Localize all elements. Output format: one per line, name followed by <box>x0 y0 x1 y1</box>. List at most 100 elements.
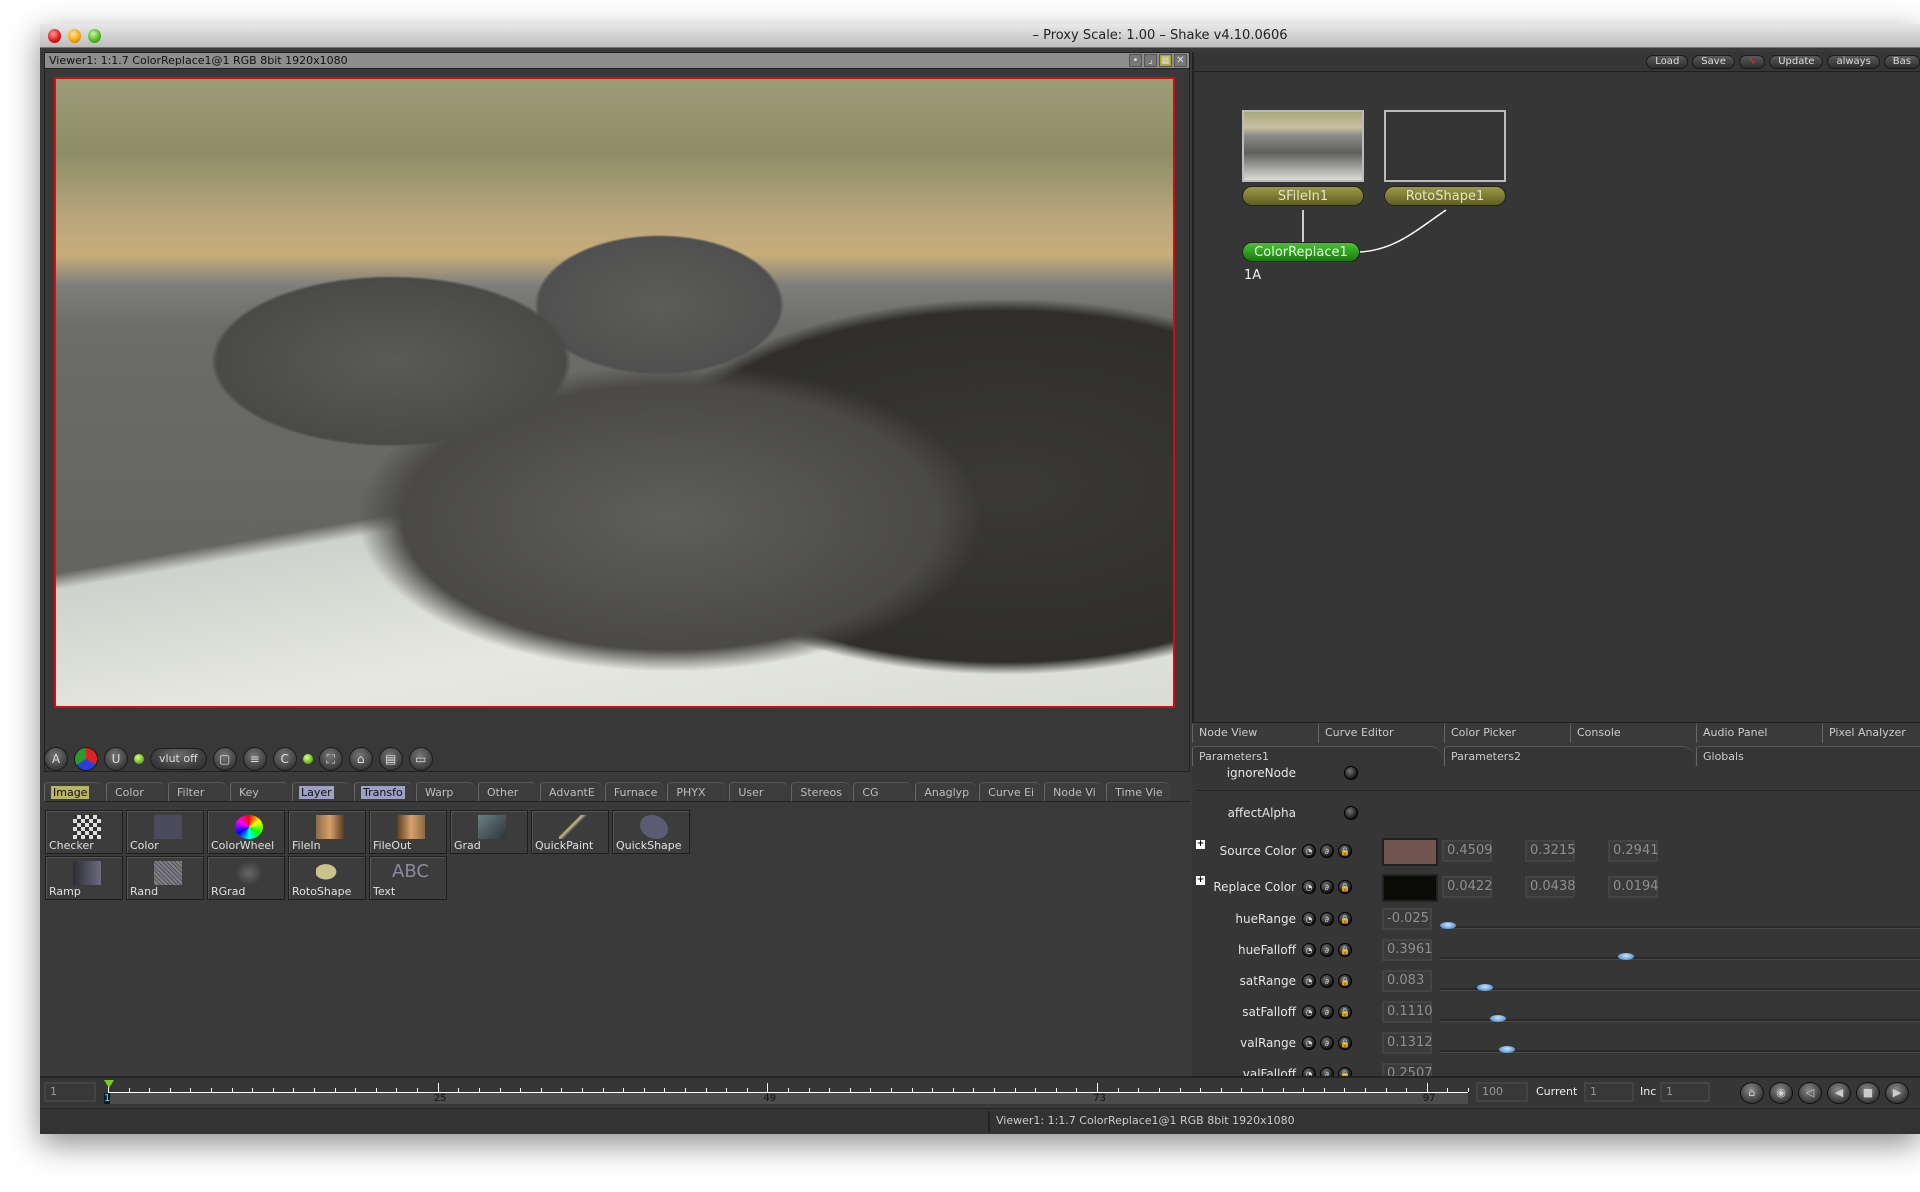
play-forward-icon[interactable]: ▶ <box>1885 1082 1909 1104</box>
slider-track[interactable] <box>1440 1019 1920 1021</box>
flipbook-icon[interactable]: ▤ <box>378 747 403 771</box>
clock-icon[interactable]: ◔ <box>1302 880 1316 894</box>
start-frame-field[interactable]: 1 <box>44 1082 96 1102</box>
panel-tab-pixel-analyzer[interactable]: Pixel Analyzer <box>1822 723 1920 743</box>
param-tab-parameters2[interactable]: Parameters2 <box>1444 746 1694 766</box>
viewer-dot-icon[interactable]: • <box>1129 54 1142 67</box>
lock-icon[interactable]: 🔒 <box>1338 880 1352 894</box>
viewer-layout-icon[interactable]: ▦ <box>1159 54 1172 67</box>
panel-tab-curve-editor[interactable]: Curve Editor <box>1318 723 1442 743</box>
link-icon[interactable]: ∂ <box>1320 1005 1334 1019</box>
slider-knob[interactable] <box>1489 1015 1506 1022</box>
lock-icon[interactable]: 🔒 <box>1338 1036 1352 1050</box>
tool-tab-user[interactable]: User <box>729 782 790 801</box>
tool-rotoshape[interactable]: RotoShape <box>288 856 366 900</box>
vlut-button[interactable]: vlut off <box>150 748 207 770</box>
tool-text[interactable]: ABC Text <box>369 856 447 900</box>
tool-tab-transfo[interactable]: Transfo <box>354 782 414 801</box>
source-color-b[interactable]: 0.2941 <box>1608 840 1659 862</box>
roi-indicator-icon[interactable] <box>302 754 313 764</box>
param-tab-globals[interactable]: Globals <box>1696 746 1920 766</box>
stop-icon[interactable]: ■ <box>1856 1082 1880 1104</box>
param-value-field[interactable]: 0.1110 <box>1382 1001 1433 1023</box>
tool-colorwheel[interactable]: ColorWheel <box>207 810 285 854</box>
clock-icon[interactable]: ◔ <box>1302 943 1316 957</box>
link-icon[interactable]: ∂ <box>1320 844 1334 858</box>
slider-knob[interactable] <box>1499 1046 1516 1053</box>
tool-tab-furnace[interactable]: Furnace <box>604 782 666 801</box>
rgb-channel-button[interactable] <box>74 747 98 771</box>
zoom-window-button[interactable] <box>88 29 101 43</box>
tool-tab-filter[interactable]: Filter <box>168 782 228 801</box>
slider-knob[interactable] <box>1440 922 1456 929</box>
link-icon[interactable]: ∂ <box>1320 943 1334 957</box>
param-value-field[interactable]: 0.083 <box>1382 970 1432 992</box>
tool-fileout[interactable]: FileOut <box>369 810 447 854</box>
levels-icon[interactable]: ≡ <box>242 747 267 771</box>
playhead-marker[interactable] <box>104 1080 114 1088</box>
param-value-field[interactable]: 0.1312 <box>1382 1032 1433 1054</box>
home-frame-icon[interactable]: ⌂ <box>1740 1082 1764 1104</box>
refresh-icon[interactable]: C <box>272 747 297 771</box>
tool-quickpaint[interactable]: QuickPaint <box>531 810 609 854</box>
viewer-image[interactable] <box>54 77 1175 708</box>
clock-icon[interactable]: ◔ <box>1302 844 1316 858</box>
current-frame-field[interactable]: 1 <box>1584 1082 1634 1102</box>
panel-tab-node-view[interactable]: Node View <box>1192 723 1316 743</box>
update-button[interactable]: U <box>104 747 128 771</box>
lock-icon[interactable]: 🔒 <box>1338 943 1352 957</box>
replace-color-swatch[interactable] <box>1382 874 1438 902</box>
viewer-resize-icon[interactable]: ⌟ <box>1144 54 1157 67</box>
panel-tab-audio-panel[interactable]: Audio Panel <box>1696 723 1820 743</box>
source-color-g[interactable]: 0.3215 <box>1525 840 1576 862</box>
fit-view-icon[interactable]: ⛶ <box>318 747 343 771</box>
clock-icon[interactable]: ◔ <box>1302 1036 1316 1050</box>
node-view[interactable]: Load Save ∿ Update always Bas SFileIn1 R… <box>1192 52 1920 722</box>
affect-alpha-toggle[interactable] <box>1344 806 1358 820</box>
replace-color-g[interactable]: 0.0438 <box>1525 876 1576 898</box>
expand-source-color[interactable]: + <box>1196 840 1205 849</box>
node-rotoshape1[interactable]: RotoShape1 <box>1384 186 1506 206</box>
tool-tab-advante[interactable]: AdvantE <box>540 782 603 801</box>
inc-field[interactable]: 1 <box>1660 1082 1710 1102</box>
lightning-indicator-icon[interactable] <box>134 754 144 764</box>
source-color-swatch[interactable] <box>1382 838 1438 866</box>
param-tab-parameters1[interactable]: Parameters1 <box>1192 746 1442 766</box>
source-color-r[interactable]: 0.4509 <box>1442 840 1493 862</box>
prev-keyframe-icon[interactable]: ◁ <box>1798 1082 1822 1104</box>
play-backward-icon[interactable]: ◀ <box>1827 1082 1851 1104</box>
tool-tab-time-vie[interactable]: Time Vie <box>1106 782 1171 801</box>
tool-color[interactable]: Color <box>126 810 204 854</box>
expand-replace-color[interactable]: + <box>1196 876 1205 885</box>
tool-rgrad[interactable]: RGrad <box>207 856 285 900</box>
end-frame-field[interactable]: 100 <box>1476 1082 1528 1102</box>
node-sfilein1[interactable]: SFileIn1 <box>1242 186 1364 206</box>
replace-color-r[interactable]: 0.0422 <box>1442 876 1493 898</box>
time-ruler[interactable]: 1 25 49 73 97 <box>104 1080 1469 1104</box>
tool-checker[interactable]: Checker <box>45 810 123 854</box>
link-icon[interactable]: ∂ <box>1320 912 1334 926</box>
tool-tab-phyx[interactable]: PHYX <box>667 782 728 801</box>
frame-crop-icon[interactable]: ▢ <box>212 747 237 771</box>
lock-icon[interactable]: 🔒 <box>1338 974 1352 988</box>
panel-tab-console[interactable]: Console <box>1570 723 1694 743</box>
tool-filein[interactable]: FileIn <box>288 810 366 854</box>
minimize-window-button[interactable] <box>68 29 81 43</box>
tool-tab-other[interactable]: Other <box>478 782 538 801</box>
ignore-node-toggle[interactable] <box>1344 766 1358 780</box>
tool-rand[interactable]: Rand <box>126 856 204 900</box>
tool-tab-key[interactable]: Key <box>230 782 290 801</box>
tool-tab-stereos[interactable]: Stereos <box>791 782 852 801</box>
monitor-icon[interactable]: ▭ <box>408 747 433 771</box>
link-icon[interactable]: ∂ <box>1320 880 1334 894</box>
tool-tab-anaglyp[interactable]: Anaglyp <box>915 782 978 801</box>
audio-scrub-icon[interactable]: ◉ <box>1769 1082 1793 1104</box>
node-colorreplace1[interactable]: ColorReplace1 <box>1242 242 1360 262</box>
tool-tab-image[interactable]: Image <box>44 782 104 801</box>
lock-icon[interactable]: 🔒 <box>1338 844 1352 858</box>
tool-tab-node-vi[interactable]: Node Vi <box>1044 782 1105 801</box>
replace-color-b[interactable]: 0.0194 <box>1608 876 1659 898</box>
param-value-field[interactable]: 0.3961 <box>1382 939 1433 961</box>
tool-tab-warp[interactable]: Warp <box>416 782 476 801</box>
clock-icon[interactable]: ◔ <box>1302 912 1316 926</box>
